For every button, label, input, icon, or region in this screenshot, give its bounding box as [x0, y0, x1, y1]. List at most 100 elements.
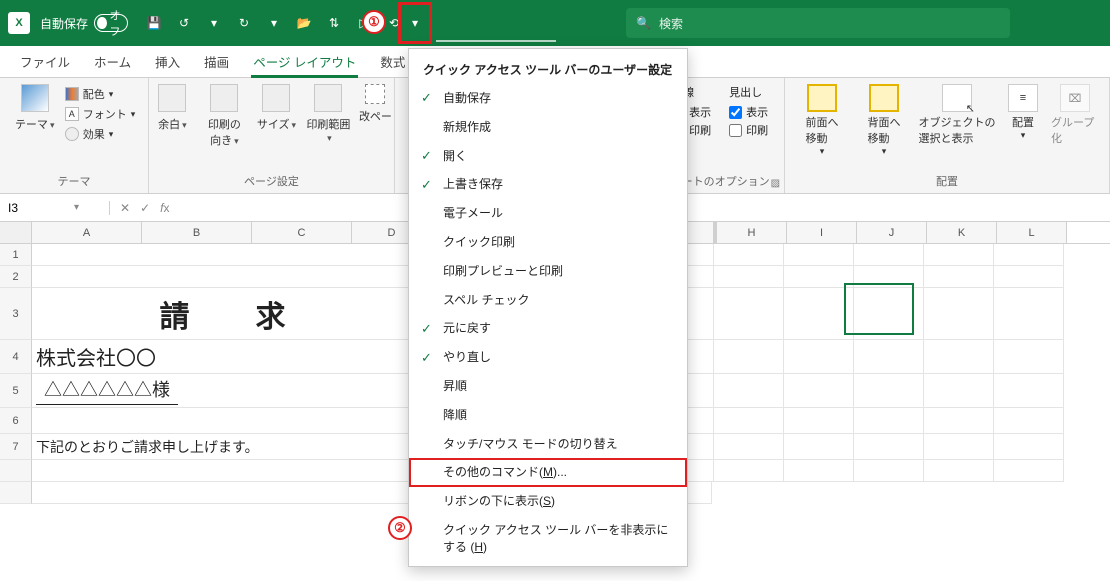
- qat-item-new[interactable]: 新規作成: [409, 113, 687, 142]
- cell[interactable]: [854, 288, 924, 340]
- cell[interactable]: [784, 408, 854, 434]
- cell[interactable]: [32, 266, 432, 288]
- cell[interactable]: [854, 460, 924, 482]
- themes-button[interactable]: テーマ: [13, 84, 57, 132]
- name-box[interactable]: ▾: [0, 201, 110, 215]
- cell[interactable]: [854, 434, 924, 460]
- redo-icon[interactable]: ↻: [232, 11, 256, 35]
- cell[interactable]: [714, 408, 784, 434]
- cell[interactable]: 請 求: [32, 288, 432, 340]
- selection-pane-button[interactable]: ↖オブジェクトの 選択と表示: [919, 84, 995, 146]
- row-header[interactable]: [0, 460, 32, 482]
- print-area-button[interactable]: 印刷範囲: [306, 84, 350, 144]
- save-icon[interactable]: 💾: [142, 11, 166, 35]
- redo-caret[interactable]: ▾: [262, 11, 286, 35]
- fonts-button[interactable]: Aフォント ▾: [65, 104, 136, 124]
- cell[interactable]: [714, 288, 784, 340]
- tab-draw[interactable]: 描画: [194, 46, 239, 77]
- cell[interactable]: [854, 408, 924, 434]
- qat-item-sort-asc[interactable]: 昇順: [409, 372, 687, 401]
- sort-icon[interactable]: ⇅: [322, 11, 346, 35]
- cell[interactable]: [784, 374, 854, 408]
- cell[interactable]: [32, 244, 432, 266]
- send-backward-button[interactable]: 背面へ 移動▾: [857, 84, 911, 157]
- undo-caret[interactable]: ▾: [202, 11, 226, 35]
- qat-item-undo[interactable]: ✓元に戻す: [409, 314, 687, 343]
- row-header[interactable]: 2: [0, 266, 32, 288]
- group-button[interactable]: ⌧グループ化: [1051, 84, 1099, 146]
- cell[interactable]: [924, 244, 994, 266]
- cell[interactable]: [784, 460, 854, 482]
- cell[interactable]: [994, 460, 1064, 482]
- cell[interactable]: [924, 460, 994, 482]
- autosave-toggle[interactable]: 自動保存 オフ: [40, 14, 128, 32]
- margins-button[interactable]: 余白: [150, 84, 194, 132]
- qat-item-open[interactable]: ✓開く: [409, 142, 687, 171]
- cell[interactable]: 株式会社〇〇: [32, 340, 432, 374]
- row-header[interactable]: 7: [0, 434, 32, 460]
- colors-button[interactable]: 配色 ▾: [65, 84, 136, 104]
- headings-show[interactable]: 表示: [729, 104, 768, 120]
- orientation-button[interactable]: 印刷の 向き: [202, 84, 246, 148]
- qat-item-redo[interactable]: ✓やり直し: [409, 343, 687, 372]
- cell[interactable]: [994, 408, 1064, 434]
- qat-item-hide-qat[interactable]: クイック アクセス ツール バーを非表示にする (H): [409, 516, 687, 562]
- name-box-caret[interactable]: ▾: [74, 202, 79, 213]
- qat-more-button[interactable]: ▾: [398, 2, 432, 44]
- col-header[interactable]: K: [927, 222, 997, 243]
- qat-item-sort-desc[interactable]: 降順: [409, 401, 687, 430]
- cell[interactable]: [32, 460, 432, 482]
- row-header[interactable]: 5: [0, 374, 32, 408]
- cell[interactable]: [994, 266, 1064, 288]
- col-header[interactable]: J: [857, 222, 927, 243]
- tab-insert[interactable]: 挿入: [145, 46, 190, 77]
- col-header[interactable]: H: [717, 222, 787, 243]
- qat-item-email[interactable]: 電子メール: [409, 199, 687, 228]
- headings-print[interactable]: 印刷: [729, 122, 768, 138]
- size-button[interactable]: サイズ: [254, 84, 298, 132]
- cell[interactable]: [714, 244, 784, 266]
- cell[interactable]: [924, 374, 994, 408]
- cell[interactable]: [854, 266, 924, 288]
- cell[interactable]: [924, 266, 994, 288]
- cell[interactable]: [994, 244, 1064, 266]
- cell[interactable]: [854, 340, 924, 374]
- col-header[interactable]: L: [997, 222, 1067, 243]
- fx-icon[interactable]: fx: [160, 201, 169, 215]
- qat-item-autosave[interactable]: ✓自動保存: [409, 84, 687, 113]
- qat-item-touch[interactable]: タッチ/マウス モードの切り替え: [409, 430, 687, 459]
- effects-button[interactable]: 効果 ▾: [65, 124, 136, 144]
- cell[interactable]: [784, 266, 854, 288]
- row-header[interactable]: 4: [0, 340, 32, 374]
- tab-page-layout[interactable]: ページ レイアウト: [243, 46, 366, 77]
- breaks-button[interactable]: 改ペー: [358, 84, 392, 124]
- qat-item-more-commands[interactable]: その他のコマンド(M)...: [409, 458, 687, 487]
- col-header[interactable]: C: [252, 222, 352, 243]
- cell[interactable]: [784, 244, 854, 266]
- cell[interactable]: △△△△△△様: [32, 374, 432, 408]
- qat-item-below-ribbon[interactable]: リボンの下に表示(S): [409, 487, 687, 516]
- col-header[interactable]: I: [787, 222, 857, 243]
- cell[interactable]: [714, 374, 784, 408]
- cell[interactable]: [994, 434, 1064, 460]
- cell[interactable]: [854, 374, 924, 408]
- row-header[interactable]: 3: [0, 288, 32, 340]
- enter-icon[interactable]: ✓: [140, 201, 150, 215]
- search-box[interactable]: 🔍 検索: [626, 8, 1010, 38]
- bring-forward-button[interactable]: 前面へ 移動▾: [795, 84, 849, 157]
- row-header[interactable]: 1: [0, 244, 32, 266]
- cell[interactable]: [714, 434, 784, 460]
- undo-icon[interactable]: ↺: [172, 11, 196, 35]
- cell[interactable]: [924, 340, 994, 374]
- align-button[interactable]: ≡配置▾: [1003, 84, 1043, 141]
- open-icon[interactable]: 📂: [292, 11, 316, 35]
- cell[interactable]: [784, 434, 854, 460]
- name-box-input[interactable]: [8, 201, 68, 215]
- qat-item-save[interactable]: ✓上書き保存: [409, 170, 687, 199]
- col-header[interactable]: B: [142, 222, 252, 243]
- qat-item-print-preview[interactable]: 印刷プレビューと印刷: [409, 257, 687, 286]
- cancel-icon[interactable]: ✕: [120, 201, 130, 215]
- toggle-track[interactable]: オフ: [94, 14, 128, 32]
- col-header[interactable]: A: [32, 222, 142, 243]
- cell[interactable]: [714, 266, 784, 288]
